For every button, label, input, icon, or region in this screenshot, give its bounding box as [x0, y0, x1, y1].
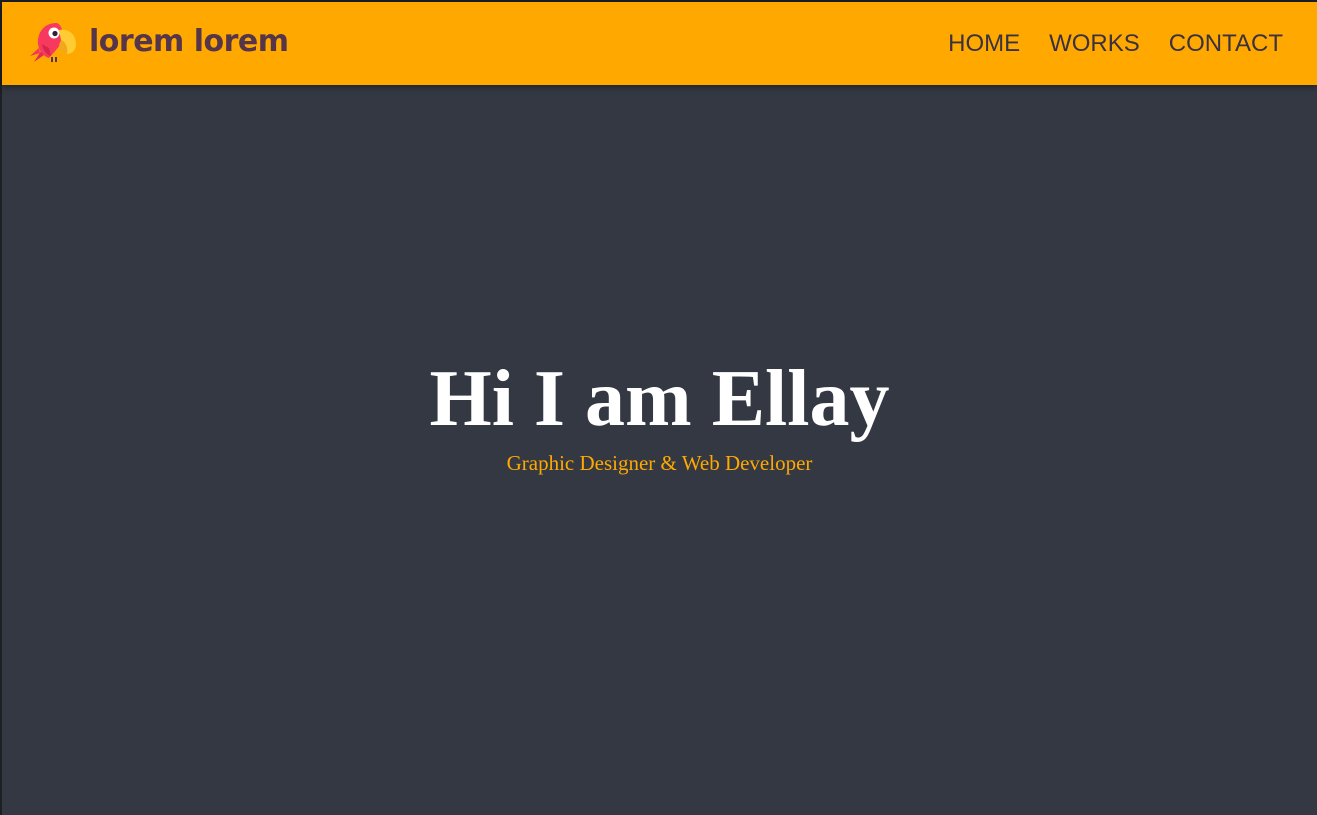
nav-link-contact[interactable]: CONTACT	[1169, 2, 1283, 85]
hero-section: Hi I am Ellay Graphic Designer & Web Dev…	[2, 85, 1317, 815]
hero-subtitle: Graphic Designer & Web Developer	[506, 451, 813, 475]
brand-link[interactable]: lorem lorem	[30, 20, 289, 64]
main-nav: HOME WORKS CONTACT	[919, 2, 1283, 85]
nav-link-home[interactable]: HOME	[948, 2, 1020, 85]
page: lorem lorem HOME WORKS CONTACT Hi I am E…	[0, 0, 1317, 815]
brand-name: lorem lorem	[89, 24, 289, 59]
parrot-logo-icon	[30, 23, 76, 62]
navbar: lorem lorem HOME WORKS CONTACT	[2, 2, 1317, 85]
hero-title: Hi I am Ellay	[429, 355, 890, 443]
nav-link-works[interactable]: WORKS	[1049, 2, 1140, 85]
